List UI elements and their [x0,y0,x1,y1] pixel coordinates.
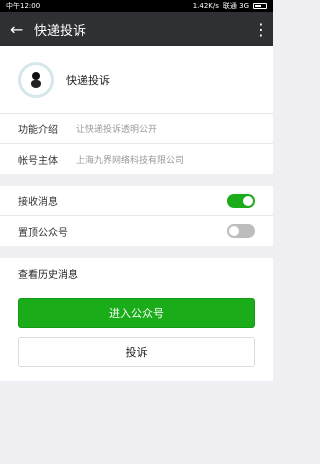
complain-button[interactable]: 投诉 [18,337,255,367]
owner-value: 上海九界网络科技有限公司 [76,155,185,166]
network-speed: 1.42K/s [192,2,219,10]
page-title: 快递投诉 [34,23,87,39]
status-right: 1.42K/s 联通 3G [193,0,267,12]
actions-area: 进入公众号 投诉 [0,288,273,381]
bird-icon [27,71,45,89]
receive-messages-label: 接收消息 [18,197,58,208]
arrow-left-icon[interactable]: ← [10,20,34,39]
bottom-card: 查看历史消息 进入公众号 投诉 [0,258,273,381]
function-label: 功能介绍 [18,125,58,136]
profile-card: 快递投诉 功能介绍 让快递投诉透明公开 帐号主体 上海九界网络科技有限公司 [0,46,273,174]
function-row: 功能介绍 让快递投诉透明公开 [0,114,273,144]
status-bar: 中午12:00 1.42K/s 联通 3G [0,0,273,12]
pin-account-label: 置顶公众号 [18,227,68,239]
app-bar: ← 快递投诉 ⋮ [0,12,273,46]
more-vertical-icon[interactable]: ⋮ [253,20,269,39]
receive-messages-toggle[interactable] [227,193,255,208]
carrier-label: 联通 3G [222,2,249,10]
settings-card: 接收消息 置顶公众号 [0,186,273,246]
function-value: 让快递投诉透明公开 [76,125,158,135]
avatar [18,61,54,98]
battery-icon [253,3,267,9]
owner-label: 帐号主体 [18,155,58,167]
pin-account-toggle[interactable] [227,224,255,238]
status-time: 中午12:00 [6,2,41,10]
view-history-link[interactable]: 查看历史消息 [0,258,273,288]
owner-row: 帐号主体 上海九界网络科技有限公司 [0,144,273,174]
profile-header: 快递投诉 [0,46,273,114]
receive-messages-row[interactable]: 接收消息 [0,186,273,216]
enter-account-button[interactable]: 进入公众号 [18,298,255,328]
pin-account-row[interactable]: 置顶公众号 [0,216,273,246]
account-name: 快递投诉 [66,73,110,87]
